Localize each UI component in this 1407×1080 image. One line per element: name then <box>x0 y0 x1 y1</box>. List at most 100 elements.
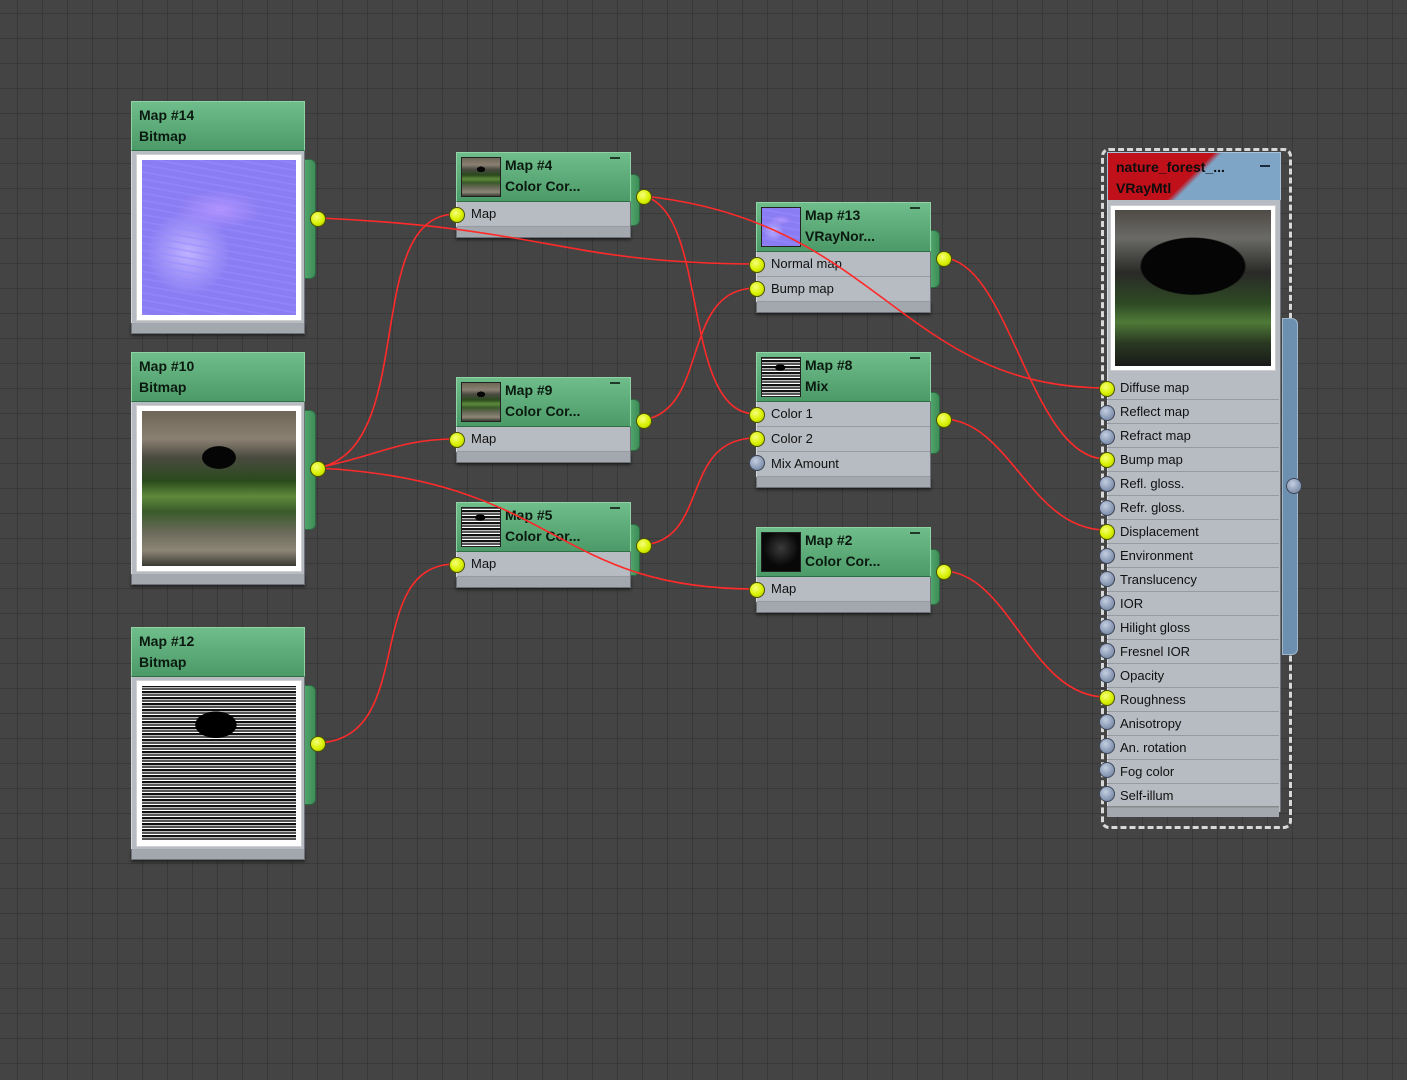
material-slot-socket[interactable] <box>1099 404 1115 421</box>
collapse-icon[interactable] <box>610 507 620 509</box>
material-preview <box>1110 205 1276 371</box>
material-slot-row[interactable]: Hilight gloss <box>1107 616 1279 640</box>
node-map2[interactable]: Map #2 Color Cor... Map <box>756 527 940 613</box>
input-socket-map8-color2[interactable] <box>749 431 765 447</box>
material-slot-row[interactable]: Displacement <box>1107 520 1279 544</box>
input-slot[interactable]: Color 2 <box>757 427 930 452</box>
node-title: Map #5 <box>505 507 553 523</box>
material-slot-label: Reflect map <box>1120 404 1190 419</box>
node-body: Normal map Bump map <box>756 252 931 302</box>
node-map5[interactable]: Map #5 Color Cor... Map <box>456 502 640 588</box>
node-subtitle: VRayNor... <box>805 228 876 244</box>
material-slot-row[interactable]: Refl. gloss. <box>1107 472 1279 496</box>
output-socket-map8[interactable] <box>936 412 952 428</box>
roughness-texture-image <box>142 686 296 841</box>
output-socket-map4[interactable] <box>636 189 652 205</box>
material-slot-socket[interactable] <box>1099 547 1115 564</box>
material-slot-row[interactable]: Refr. gloss. <box>1107 496 1279 520</box>
collapse-icon[interactable] <box>910 357 920 359</box>
node-header[interactable]: Map #10 Bitmap <box>131 352 305 402</box>
node-header[interactable]: Map #4 Color Cor... <box>456 152 631 202</box>
node-editor-canvas[interactable]: Map #14 Bitmap Map #10 Bitmap Map #12 Bi… <box>0 0 1407 1080</box>
collapse-icon[interactable] <box>610 157 620 159</box>
material-slot-socket[interactable] <box>1099 619 1115 635</box>
material-slot-socket[interactable] <box>1099 785 1115 802</box>
material-slot-row[interactable]: Refract map <box>1107 424 1279 448</box>
output-socket-material[interactable] <box>1286 478 1302 494</box>
material-slot-row[interactable]: Diffuse map <box>1107 376 1279 400</box>
material-slot-socket[interactable] <box>1099 381 1115 397</box>
material-slot-socket[interactable] <box>1099 500 1115 516</box>
node-map13[interactable]: Map #13 VRayNor... Normal map Bump map <box>756 202 940 313</box>
material-slot-row[interactable]: Fog color <box>1107 760 1279 784</box>
input-slot[interactable]: Map <box>457 552 630 577</box>
node-header[interactable]: Map #2 Color Cor... <box>756 527 931 577</box>
material-slot-socket[interactable] <box>1099 666 1115 683</box>
node-header[interactable]: Map #5 Color Cor... <box>456 502 631 552</box>
output-socket-map9[interactable] <box>636 413 652 429</box>
node-header[interactable]: Map #9 Color Cor... <box>456 377 631 427</box>
input-socket-map2[interactable] <box>749 582 765 598</box>
node-subtitle: Mix <box>805 378 829 394</box>
node-title: Map #12 <box>139 633 195 649</box>
input-slot[interactable]: Map <box>757 577 930 602</box>
input-slot[interactable]: Color 1 <box>757 402 930 427</box>
material-slot-row[interactable]: Opacity <box>1107 664 1279 688</box>
input-slot[interactable]: Map <box>457 427 630 452</box>
material-slot-socket[interactable] <box>1099 642 1115 659</box>
material-slot-row[interactable]: An. rotation <box>1107 736 1279 760</box>
output-socket-map14[interactable] <box>310 211 326 227</box>
input-socket-map9[interactable] <box>449 432 465 448</box>
material-slot-socket[interactable] <box>1099 523 1115 540</box>
input-slot[interactable]: Normal map <box>757 252 930 277</box>
material-slot-row[interactable]: Environment <box>1107 544 1279 568</box>
node-header[interactable]: Map #13 VRayNor... <box>756 202 931 252</box>
output-socket-map2[interactable] <box>936 564 952 580</box>
node-map12[interactable]: Map #12 Bitmap <box>131 627 316 860</box>
material-slot-row[interactable]: Anisotropy <box>1107 712 1279 736</box>
node-footer <box>131 849 305 860</box>
output-socket-map5[interactable] <box>636 538 652 554</box>
input-slot[interactable]: Mix Amount <box>757 452 930 477</box>
output-socket-map13[interactable] <box>936 251 952 267</box>
material-slot-socket[interactable] <box>1099 738 1115 754</box>
input-slot[interactable]: Bump map <box>757 277 930 302</box>
material-slot-row[interactable]: Self-illum <box>1107 784 1279 808</box>
node-map10[interactable]: Map #10 Bitmap <box>131 352 316 585</box>
node-title: Map #9 <box>505 382 553 398</box>
input-socket-map4[interactable] <box>449 207 465 223</box>
input-socket-map13-normal[interactable] <box>749 257 765 273</box>
input-socket-map8-mixamount[interactable] <box>749 455 765 471</box>
node-map4[interactable]: Map #4 Color Cor... Map <box>456 152 640 238</box>
material-slot-row[interactable]: Reflect map <box>1107 400 1279 424</box>
output-socket-map12[interactable] <box>310 736 326 752</box>
node-header[interactable]: Map #14 Bitmap <box>131 101 305 151</box>
material-slot-row[interactable]: IOR <box>1107 592 1279 616</box>
material-node-header[interactable]: nature_forest_... VRayMtl <box>1107 152 1281 202</box>
collapse-icon[interactable] <box>910 532 920 534</box>
collapse-icon[interactable] <box>610 382 620 384</box>
input-socket-map8-color1[interactable] <box>749 407 765 423</box>
slot-label: Map <box>771 581 797 596</box>
input-socket-map5[interactable] <box>449 557 465 573</box>
material-slot-socket[interactable] <box>1099 761 1115 778</box>
slot-label: Map <box>471 556 497 571</box>
material-slot-socket[interactable] <box>1099 428 1115 445</box>
node-map8[interactable]: Map #8 Mix Color 1 Color 2 Mix Amount <box>756 352 940 488</box>
collapse-icon[interactable] <box>910 207 920 209</box>
material-slot-row[interactable]: Bump map <box>1107 448 1279 472</box>
wire-map8-to-displacement <box>942 418 1107 531</box>
node-map9[interactable]: Map #9 Color Cor... Map <box>456 377 640 463</box>
material-slot-row[interactable]: Fresnel IOR <box>1107 640 1279 664</box>
output-socket-map10[interactable] <box>310 461 326 477</box>
material-slot-label: Diffuse map <box>1120 380 1190 395</box>
material-slot-row[interactable]: Translucency <box>1107 568 1279 592</box>
material-slot-row[interactable]: Roughness <box>1107 688 1279 712</box>
collapse-icon[interactable] <box>1260 165 1270 167</box>
texture-preview <box>136 154 302 321</box>
node-header[interactable]: Map #8 Mix <box>756 352 931 402</box>
input-socket-map13-bump[interactable] <box>749 281 765 297</box>
input-slot[interactable]: Map <box>457 202 630 227</box>
node-map14[interactable]: Map #14 Bitmap <box>131 101 316 334</box>
node-header[interactable]: Map #12 Bitmap <box>131 627 305 677</box>
